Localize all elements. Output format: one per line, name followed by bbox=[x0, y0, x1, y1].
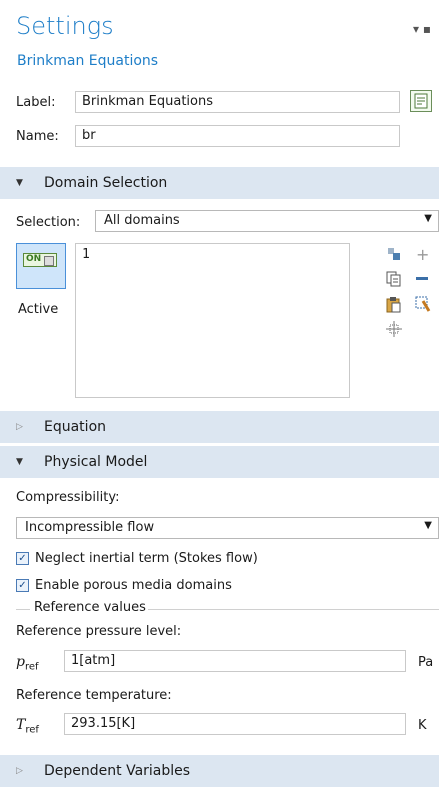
t-ref-input[interactable]: 293.15[K] bbox=[64, 713, 406, 735]
pin-icon[interactable]: ▾ ▪ bbox=[413, 22, 431, 36]
section-equation[interactable]: ▷ Equation bbox=[0, 411, 439, 443]
section-title: Equation bbox=[44, 419, 107, 435]
page-title: Settings bbox=[16, 12, 114, 40]
name-field[interactable]: br bbox=[75, 125, 400, 147]
section-domain-selection[interactable]: ▼ Domain Selection bbox=[0, 167, 439, 199]
symbol-sub: ref bbox=[25, 724, 39, 736]
section-title: Physical Model bbox=[44, 454, 148, 470]
collapsed-arrow-icon: ▷ bbox=[16, 422, 23, 432]
selection-caption: Selection: bbox=[16, 215, 81, 230]
checkbox-label: Enable porous media domains bbox=[35, 578, 232, 593]
compressibility-value: Incompressible flow bbox=[25, 520, 155, 535]
p-ref-symbol: pref bbox=[16, 654, 39, 673]
label-edit-icon[interactable] bbox=[410, 90, 432, 112]
chevron-down-icon: ▼ bbox=[424, 520, 432, 531]
section-title: Dependent Variables bbox=[44, 763, 191, 779]
label-field[interactable]: Brinkman Equations bbox=[75, 91, 400, 113]
ref-pressure-caption: Reference pressure level: bbox=[16, 624, 182, 639]
neglect-inertial-checkbox[interactable]: ✓ Neglect inertial term (Stokes flow) bbox=[16, 551, 258, 566]
toggle-on-text: ON bbox=[26, 254, 42, 264]
label-caption: Label: bbox=[16, 95, 56, 110]
ref-temperature-caption: Reference temperature: bbox=[16, 688, 172, 703]
p-ref-input[interactable]: 1[atm] bbox=[64, 650, 406, 672]
collapsed-arrow-icon: ▷ bbox=[16, 766, 23, 776]
checkmark-icon: ✓ bbox=[16, 579, 29, 592]
clear-selection-icon[interactable] bbox=[415, 296, 431, 316]
expanded-arrow-icon: ▼ bbox=[16, 457, 23, 467]
compressibility-caption: Compressibility: bbox=[16, 490, 120, 505]
list-item[interactable]: 1 bbox=[76, 244, 349, 265]
section-title: Domain Selection bbox=[44, 175, 168, 191]
name-caption: Name: bbox=[16, 129, 59, 144]
page-subtitle: Brinkman Equations bbox=[17, 53, 159, 69]
selection-combobox[interactable]: All domains ▼ bbox=[95, 210, 439, 232]
expanded-arrow-icon: ▼ bbox=[16, 178, 23, 188]
chevron-down-icon: ▼ bbox=[424, 213, 432, 224]
zoom-to-selection-icon[interactable] bbox=[386, 321, 402, 341]
clipboard-icon[interactable] bbox=[386, 296, 401, 317]
checkmark-icon: ✓ bbox=[16, 552, 29, 565]
compressibility-combobox[interactable]: Incompressible flow ▼ bbox=[16, 517, 439, 539]
t-ref-unit: K bbox=[418, 718, 427, 733]
t-ref-symbol: Tref bbox=[16, 717, 39, 736]
paste-selection-icon[interactable] bbox=[387, 247, 401, 265]
toggle-knob-icon bbox=[44, 256, 54, 266]
group-divider-right bbox=[148, 609, 439, 610]
remove-icon[interactable] bbox=[416, 277, 428, 280]
add-icon[interactable]: + bbox=[416, 245, 429, 264]
symbol-main: p bbox=[16, 654, 25, 670]
symbol-sub: ref bbox=[24, 661, 39, 673]
p-ref-unit: Pa bbox=[418, 655, 434, 670]
active-label: Active bbox=[18, 302, 59, 317]
symbol-main: T bbox=[16, 717, 26, 733]
checkbox-label: Neglect inertial term (Stokes flow) bbox=[35, 551, 258, 566]
active-toggle-button[interactable]: ON bbox=[16, 243, 66, 289]
domain-list[interactable]: 1 bbox=[75, 243, 350, 398]
section-physical-model[interactable]: ▼ Physical Model bbox=[0, 446, 439, 478]
section-dependent-variables[interactable]: ▷ Dependent Variables bbox=[0, 755, 439, 787]
group-divider-left bbox=[16, 609, 30, 610]
copy-selection-icon[interactable] bbox=[386, 271, 401, 291]
porous-media-checkbox[interactable]: ✓ Enable porous media domains bbox=[16, 578, 232, 593]
selection-value: All domains bbox=[104, 213, 180, 228]
reference-values-title: Reference values bbox=[34, 600, 146, 615]
